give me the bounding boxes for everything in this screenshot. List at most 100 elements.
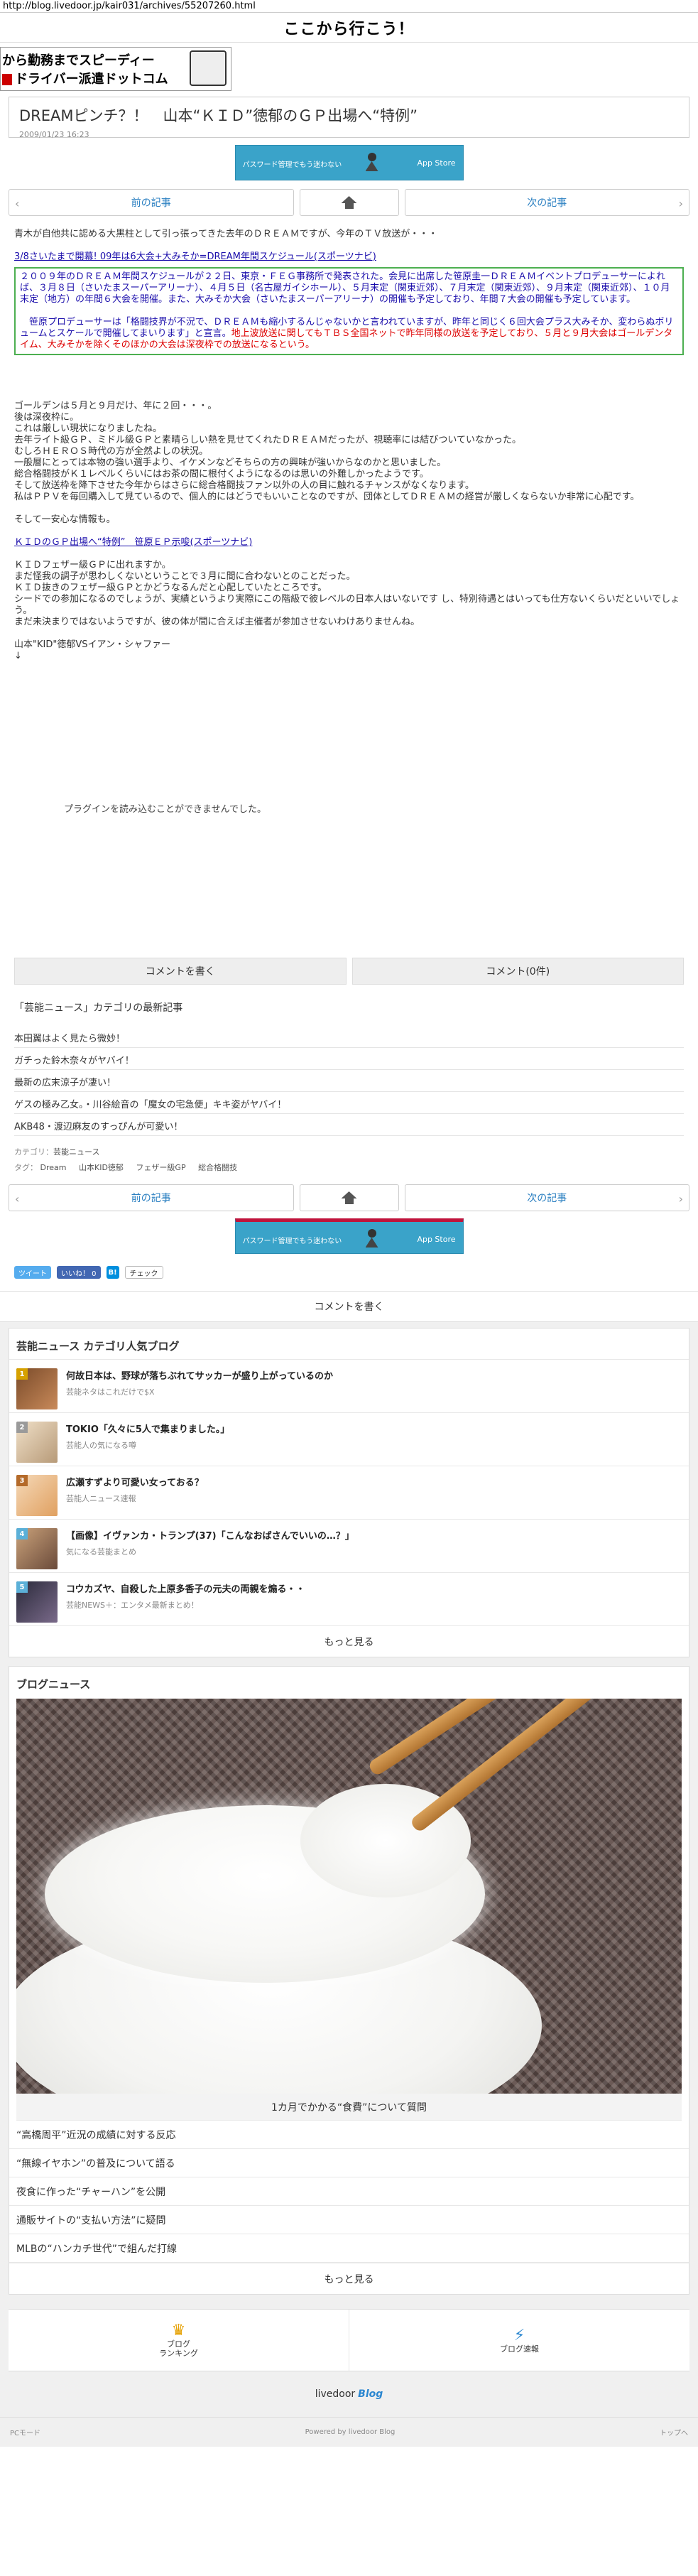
intro-text: 青木が自他共に認める大黒柱として引っ張ってきた去年のＤＲＥＡＭですが、今年のＴＶ… (14, 229, 438, 239)
kid-gp-link[interactable]: ＫＩＤのＧＰ出場へ“特例” 笹原ＥＰ示唆(スポーツナビ) (14, 537, 252, 548)
write-comment-button[interactable]: コメントを書く (14, 958, 347, 985)
social-buttons: ツイート いいね！ 0 B! チェック (14, 1265, 684, 1279)
person-icon (364, 1229, 381, 1248)
prev-article-button[interactable]: ‹ 前の記事 (9, 189, 294, 216)
banner-mark-icon (2, 74, 12, 85)
tag-link[interactable]: Dream (40, 1163, 67, 1172)
blog-news-more-button[interactable]: もっと見る (9, 2263, 689, 2294)
back-to-top-link[interactable]: トップへ (660, 2427, 688, 2437)
quote-text-2: 笹原プロデューサーは「格闘技界が不況で、ＤＲＥＡＭも縮小するんじゃないかと言われ… (20, 317, 674, 350)
popular-title: 何故日本は、野球が落ちぶれてサッカーが盛り上がっているのか (66, 1371, 333, 1382)
popular-more-button[interactable]: もっと見る (9, 1625, 689, 1657)
thumbnail: 5 (16, 1581, 58, 1623)
home-button[interactable] (299, 189, 399, 216)
paragraph-line: ＫＩＤフェザー級ＧＰに出れますか。 (14, 560, 171, 570)
tweet-button[interactable]: ツイート (14, 1266, 51, 1279)
paragraph-2: そして一安心な情報も。 (14, 514, 116, 525)
popular-source: 芸能NEWS＋：エンタメ最新まとめ！ (66, 1601, 199, 1610)
paragraph-line: まだ怪我の調子が思わしくないということで３月に間に合わないとのことだった。 (14, 571, 356, 582)
list-item[interactable]: 2 TOKIO「久々に5人で集まりました。」 芸能人の気になる噂 (9, 1412, 689, 1466)
list-item[interactable]: MLBの“ハンカチ世代”で組んだ打線 (9, 2234, 689, 2263)
hero-caption[interactable]: 1カ月でかかる“食費”について質問 (16, 2094, 682, 2121)
popular-title: 広瀬すずより可愛い女っておる？ (66, 1478, 204, 1488)
banner-line1: から勤務までスピーディー (2, 53, 155, 68)
popular-title: 【画像】イヴァンカ・トランプ(37)「こんなおばさんでいいの…？」 (66, 1531, 354, 1542)
list-item[interactable]: ガチった鈴木奈々がヤバイ！ (14, 1048, 684, 1070)
paragraph-line: 私はＰＰＶを毎回購入して見ているので、個人的にはどうでもいいことなのですが、団体… (14, 492, 640, 502)
hatena-bookmark-button[interactable]: B! (106, 1266, 119, 1279)
thumbnail: 3 (16, 1475, 58, 1516)
down-arrow-icon: ↓ (14, 651, 22, 661)
list-item[interactable]: 通販サイトの“支払い方法”に疑問 (9, 2206, 689, 2234)
article-pager-top: ‹ 前の記事 次の記事 › (9, 189, 689, 216)
write-comment-link[interactable]: コメントを書く (0, 1291, 698, 1322)
url-bar[interactable]: http://blog.livedoor.jp/kair031/archives… (0, 0, 698, 13)
quote-text: ２００９年のＤＲＥＡＭ年間スケジュールが２２日、東京・ＦＥＧ事務所で発表された。… (20, 271, 670, 305)
paragraph-1: ゴールデンは５月と９月だけ、年に２回・・・。 後は深夜枠に。 これは厳しい現状になり… (14, 401, 684, 503)
article-header: DREAMピンチ？！ 山本“ＫＩＤ”徳郁のＧＰ出場へ“特例” 2009/01/2… (9, 97, 689, 139)
popular-source: 芸能人の気になる噂 (66, 1441, 136, 1450)
chevron-left-icon: ‹ (15, 197, 20, 210)
top-banner-ad[interactable]: から勤務までスピーディー ドライバー派遣ドットコム (0, 47, 231, 91)
article-title: DREAMピンチ？！ 山本“ＫＩＤ”徳郁のＧＰ出場へ“特例” (19, 107, 418, 124)
list-item[interactable]: ゲスの極み乙女。・川谷絵音の「魔女の宅急便」キキ姿がヤバイ！ (14, 1092, 684, 1114)
tag-link[interactable]: フェザー級GP (136, 1163, 185, 1172)
video-caption: 山本"KID"徳郁VSイアン・シャファー (14, 639, 170, 650)
tag-link[interactable]: 総合格闘技 (198, 1163, 237, 1172)
popular-source: 気になる芸能まとめ (66, 1547, 136, 1557)
chevron-right-icon: › (678, 197, 683, 210)
blog-bulletin-button[interactable]: ⚡ ブログ速報 (349, 2310, 689, 2371)
truck-icon (190, 50, 227, 86)
list-item[interactable]: 本田翼はよく見たら微妙！ (14, 1026, 684, 1048)
next-article-button[interactable]: 次の記事 › (404, 1184, 689, 1211)
footer-nav: ♛ ブログ ランキング ⚡ ブログ速報 (9, 2309, 689, 2371)
facebook-like-button[interactable]: いいね！ 0 (57, 1266, 101, 1279)
paragraph-line: 去年ライト級ＧＰ、ミドル級ＧＰと素晴らしい熱を見せてくれたＤＲＥＡＭだったが、視… (14, 435, 521, 445)
article-body: 青木が自他共に認める大黒柱として引っ張ってきた去年のＤＲＥＡＭですが、今年のＴＶ… (14, 229, 684, 816)
chevron-left-icon: ‹ (15, 1192, 20, 1206)
paragraph-line: そして放送枠を降下させた今年からはさらに総合格闘技ファン以外の人の目に触れるチャ… (14, 480, 474, 491)
blog-ranking-button[interactable]: ♛ ブログ ランキング (9, 2310, 349, 2371)
rice-bowl-image[interactable] (16, 1699, 682, 2094)
app-store-ad-top[interactable]: パスワード管理でもう迷わない App Store (234, 145, 464, 180)
comment-count-button[interactable]: コメント(0件) (351, 958, 684, 985)
list-item[interactable]: 最新の広末涼子が凄い！ (14, 1070, 684, 1092)
popular-blogs: 芸能ニュース カテゴリ人気ブログ 1 何故日本は、野球が落ちぶれてサッカーが盛り… (9, 1328, 689, 1657)
paragraph-line: これは厳しい現状になりましたね。 (14, 423, 163, 434)
home-icon (342, 1191, 357, 1204)
rank-badge: 2 (16, 1422, 28, 1433)
app-store-ad-bottom[interactable]: パスワード管理でもう迷わない App Store (234, 1218, 464, 1254)
article-meta: カテゴリ：芸能ニュース タグ： Dream 山本KID徳郁 フェザー級GP 総合… (14, 1144, 684, 1176)
app-ad-text: パスワード管理でもう迷わない (242, 161, 342, 169)
tag-label: タグ： (14, 1163, 38, 1172)
paragraph-line: 一般層にとっては本物の強い選手より、イケメンなどそちらの方の興味が強いからなのか… (14, 458, 447, 468)
rank-badge: 1 (16, 1368, 28, 1380)
article-date: 2009/01/23 16:23 (19, 130, 89, 139)
category-latest: 「芸能ニュース」カテゴリの最新記事 本田翼はよく見たら微妙！ ガチった鈴木奈々が… (14, 1000, 684, 1136)
list-item[interactable]: AKB48・渡辺麻友のすっぴんが可愛い！ (14, 1114, 684, 1136)
tag-link[interactable]: 山本KID徳郁 (79, 1163, 124, 1172)
banner-line2: ドライバー派遣ドットコム (2, 69, 168, 87)
paragraph-line: シードでの参加になるのでしょうが、実績というより実際にこの階級で彼レベルの日本人… (14, 594, 680, 616)
list-item[interactable]: 1 何故日本は、野球が落ちぶれてサッカーが盛り上がっているのか 芸能ネタはこれだけ… (9, 1359, 689, 1412)
livedoor-blog-logo[interactable]: livedoor Blog (9, 2371, 689, 2417)
schedule-link[interactable]: 3/8さいたまで開幕! 09年は6大会+大みそか=DREAM年間スケジュール(ス… (14, 251, 376, 262)
thumbnail: 1 (16, 1368, 58, 1409)
list-item[interactable]: 5 コウカズヤ、自殺した上原多香子の元夫の両親を煽る・・ 芸能NEWS＋：エンタメ… (9, 1572, 689, 1625)
list-item[interactable]: 夜食に作った“チャーハン”を公開 (9, 2177, 689, 2206)
list-item[interactable]: “無線イヤホン”の普及について語る (9, 2149, 689, 2177)
rank-badge: 5 (16, 1581, 28, 1593)
site-title[interactable]: ここから行こう！ (283, 16, 414, 39)
list-item[interactable]: 3 広瀬すずより可愛い女っておる？ 芸能人ニュース速報 (9, 1466, 689, 1519)
mixi-check-button[interactable]: チェック (124, 1266, 163, 1279)
list-item[interactable]: “高橋周平”近況の成績に対する反応 (9, 2121, 689, 2149)
paragraph-line: 後は深夜枠に。 (14, 412, 80, 423)
popular-heading: 芸能ニュース カテゴリ人気ブログ (16, 1340, 180, 1353)
list-item[interactable]: 4 【画像】イヴァンカ・トランプ(37)「こんなおばさんでいいの…？」 気になる芸… (9, 1519, 689, 1572)
home-button[interactable] (299, 1184, 399, 1211)
next-article-button[interactable]: 次の記事 › (404, 189, 689, 216)
category-link[interactable]: 芸能ニュース (53, 1147, 99, 1157)
pc-mode-link[interactable]: PCモード (10, 2427, 40, 2437)
prev-article-button[interactable]: ‹ 前の記事 (9, 1184, 294, 1211)
lightning-icon: ⚡ (513, 2326, 525, 2344)
